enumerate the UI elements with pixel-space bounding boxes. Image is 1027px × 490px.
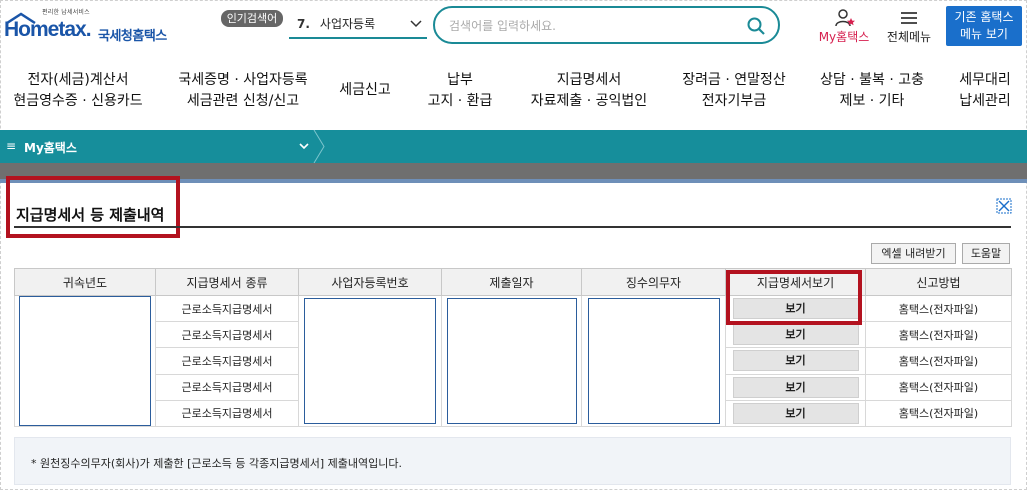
search-box: [433, 6, 780, 44]
cell-statement-type: 근로소득지급명세서: [155, 321, 299, 349]
cell-method: 홈택스(전자파일): [865, 373, 1012, 401]
cell-method: 홈택스(전자파일): [865, 294, 1012, 323]
nav-item-einvoice[interactable]: 전자(세금)계산서 현금영수증 · 신용카드: [8, 70, 148, 122]
redacted-box: [446, 298, 577, 424]
cell-view: 보기: [725, 321, 866, 349]
chevron-down-icon: [410, 20, 422, 28]
nav-item-line1: 납부: [447, 72, 473, 88]
cell-view: 보기: [725, 373, 866, 401]
help-button[interactable]: 도움말: [962, 243, 1010, 264]
nav-item-line2: 현금영수증 · 신용카드: [13, 93, 143, 109]
myhometax-label: My홈택스: [818, 30, 870, 44]
nav-item-payment[interactable]: 납부 고지 · 환급: [420, 70, 500, 122]
view-column-highlight-box: [726, 270, 862, 325]
main-navigation: 전자(세금)계산서 현금영수증 · 신용카드 국세증명 · 사업자등록 세금관련…: [0, 70, 1027, 122]
legacy-menu-line2: 메뉴 보기: [960, 27, 1008, 41]
redacted-box: [19, 296, 151, 426]
redacted-box: [587, 298, 720, 424]
legacy-menu-button[interactable]: 기존 홈택스 메뉴 보기: [946, 6, 1022, 46]
search-icon[interactable]: [746, 16, 766, 36]
cell-statement-type: 근로소득지급명세서: [155, 294, 299, 323]
search-input[interactable]: [449, 15, 729, 37]
logo-tagline: 편리한 납세서비스: [42, 9, 90, 16]
column-header: 징수의무자: [581, 268, 726, 296]
view-button[interactable]: 보기: [732, 324, 859, 346]
nav-item-line2: 고지 · 환급: [427, 93, 493, 109]
nav-item-line1: 세금신고: [339, 82, 391, 98]
cell-statement-type: 근로소득지급명세서: [155, 399, 299, 428]
breadcrumb-separator: [313, 130, 325, 163]
cell-statement-type: 근로소득지급명세서: [155, 347, 299, 375]
nav-item-line2: 전자기부금: [701, 93, 767, 109]
view-button[interactable]: 보기: [732, 402, 859, 424]
hometax-logo[interactable]: 편리한 납세서비스 Hometax. 국세청홈택스: [2, 6, 177, 46]
title-highlight-box: [6, 176, 180, 238]
legacy-menu-line1: 기존 홈택스: [954, 10, 1014, 24]
logo-brand-korean: 국세청홈택스: [98, 29, 167, 44]
nav-item-line2: 납세관리: [959, 93, 1011, 109]
cell-view: 보기: [725, 347, 866, 375]
chevron-down-icon[interactable]: [298, 140, 310, 152]
nav-item-tax-return[interactable]: 세금신고: [330, 70, 400, 122]
breadcrumb-bar: ≡ My홈택스: [0, 130, 1027, 163]
nav-item-line1: 전자(세금)계산서: [27, 72, 129, 88]
cell-year-redacted: [14, 295, 156, 427]
popular-search-badge: 인기검색어: [221, 10, 283, 27]
excel-download-button[interactable]: 엑셀 내려받기: [871, 243, 956, 264]
nav-item-year-end[interactable]: 장려금 · 연말정산 전자기부금: [674, 70, 794, 122]
submission-table: 귀속년도 지급명세서 종류 사업자등록번호 제출일자 징수의무자 지급명세서보기…: [14, 268, 1012, 428]
nav-item-consultation[interactable]: 상담 · 불복 · 고충 제보 · 기타: [812, 70, 932, 122]
column-header: 신고방법: [865, 268, 1012, 296]
column-header: 제출일자: [441, 268, 582, 296]
all-menu-button[interactable]: 전체메뉴: [880, 8, 938, 46]
nav-item-line1: 지급명세서: [556, 72, 622, 88]
cell-date-redacted: [441, 295, 582, 427]
column-header: 지급명세서 종류: [155, 268, 299, 296]
breadcrumb-menu-icon[interactable]: ≡: [6, 139, 16, 153]
cell-method: 홈택스(전자파일): [865, 321, 1012, 349]
cell-method: 홈택스(전자파일): [865, 399, 1012, 428]
close-window-icon[interactable]: [996, 198, 1012, 214]
nav-item-line1: 국세증명 · 사업자등록: [178, 72, 308, 88]
myhometax-button[interactable]: My홈택스: [814, 8, 874, 46]
cell-method: 홈택스(전자파일): [865, 347, 1012, 375]
cell-view: 보기: [725, 399, 866, 428]
nav-item-payment-statement[interactable]: 지급명세서 자료제출 · 공익법인: [522, 70, 656, 122]
nav-item-line1: 상담 · 불복 · 고충: [820, 72, 924, 88]
all-menu-label: 전체메뉴: [886, 30, 932, 44]
nav-item-line2: 세금관련 신청/신고: [186, 93, 300, 109]
nav-item-certificate[interactable]: 국세증명 · 사업자등록 세금관련 신청/신고: [168, 70, 318, 122]
nav-item-line1: 세무대리: [959, 72, 1011, 88]
view-button[interactable]: 보기: [732, 376, 859, 398]
title-underline: [14, 226, 1011, 228]
view-button[interactable]: 보기: [732, 350, 859, 372]
breadcrumb-myhometax[interactable]: My홈택스: [24, 139, 77, 156]
redacted-box: [304, 298, 436, 424]
popular-search-select[interactable]: 7. 사업자등록: [289, 13, 427, 39]
nav-item-line2: 자료제출 · 공익법인: [530, 93, 648, 109]
nav-item-line2: 제보 · 기타: [839, 93, 905, 109]
popular-term: 사업자등록: [319, 17, 376, 31]
column-header: 귀속년도: [14, 268, 156, 296]
notice-box: * 원천징수의무자(회사)가 제출한 [근로소득 등 각종지급명세서] 제출내역…: [14, 437, 1011, 485]
user-star-icon: [835, 9, 855, 27]
cell-statement-type: 근로소득지급명세서: [155, 373, 299, 401]
hamburger-icon: [901, 12, 917, 24]
notice-text: * 원천징수의무자(회사)가 제출한 [근로소득 등 각종지급명세서] 제출내역…: [31, 457, 402, 470]
logo-brand: Hometax.: [4, 18, 92, 41]
nav-item-line1: 장려금 · 연말정산: [682, 72, 786, 88]
nav-item-tax-agent[interactable]: 세무대리 납세관리: [952, 70, 1018, 122]
popular-rank: 7.: [297, 17, 310, 31]
top-header: 편리한 납세서비스 Hometax. 국세청홈택스 인기검색어 7. 사업자등록 …: [0, 0, 1027, 52]
cell-bizno-redacted: [298, 295, 442, 427]
cell-payer-redacted: [581, 295, 726, 427]
column-header: 사업자등록번호: [298, 268, 442, 296]
